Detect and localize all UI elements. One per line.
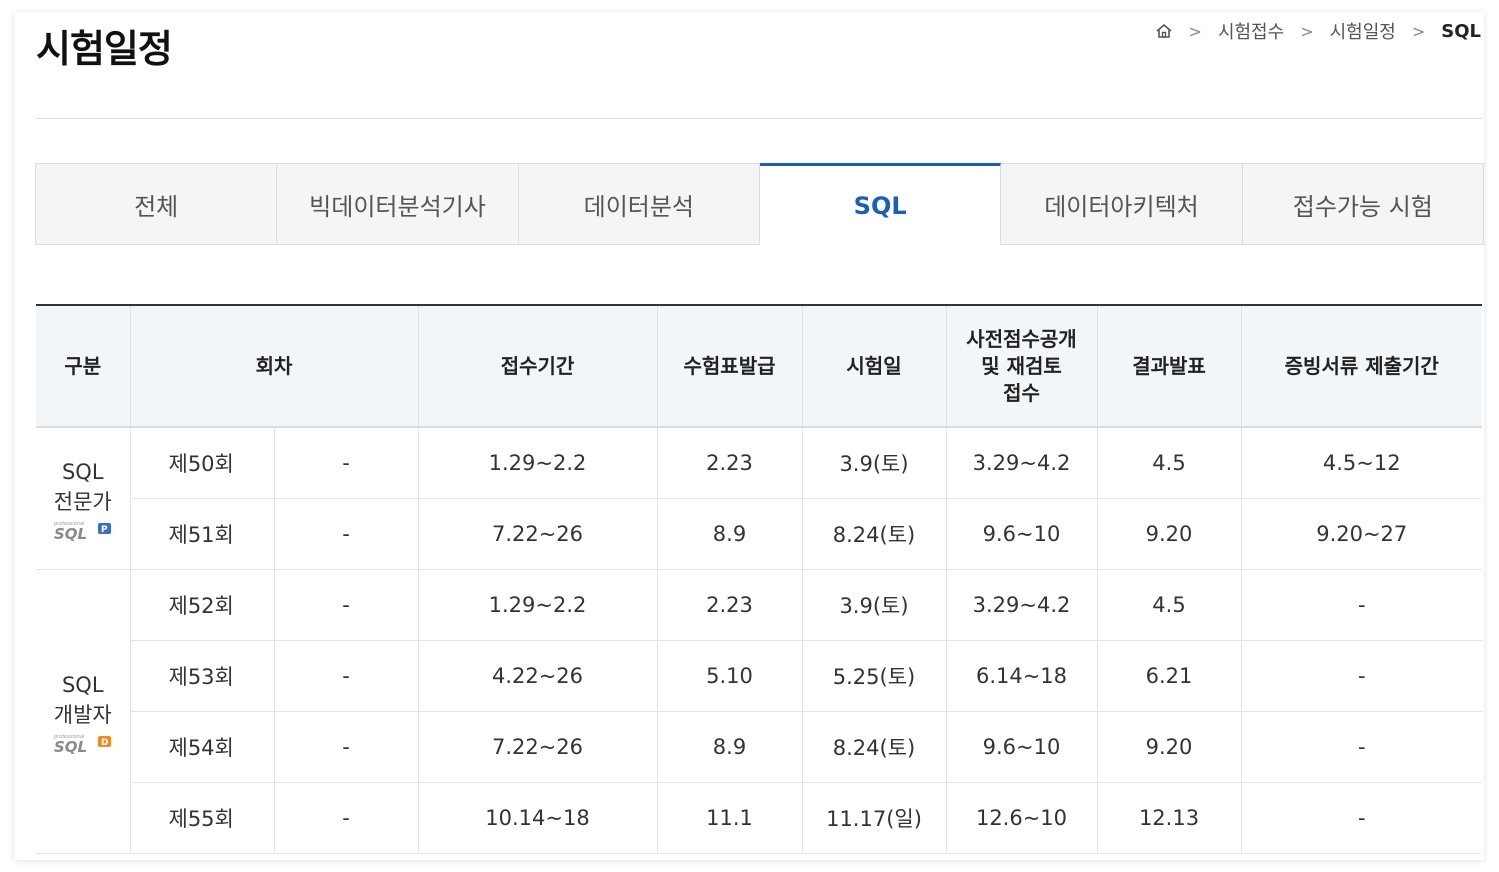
prescore-cell: 3.29~4.2 — [946, 427, 1098, 499]
category-cell-developer: SQL 개발자 professional SQL D — [36, 569, 131, 854]
result-cell: 9.20 — [1097, 711, 1242, 783]
tab-open-exams[interactable]: 접수가능 시험 — [1242, 163, 1484, 245]
apply-cell: 1.29~2.2 — [418, 569, 658, 641]
prescore-cell: 9.6~10 — [946, 711, 1098, 783]
result-cell: 12.13 — [1097, 782, 1242, 854]
ticket-cell: 5.10 — [657, 640, 803, 712]
header-docs-period: 증빙서류 제출기간 — [1241, 306, 1482, 428]
exam-cell: 11.17(일) — [802, 782, 947, 854]
prescore-cell: 6.14~18 — [946, 640, 1098, 712]
header-apply-period: 접수기간 — [418, 306, 658, 428]
apply-cell: 10.14~18 — [418, 782, 658, 854]
svg-text:P: P — [101, 525, 108, 535]
apply-cell: 1.29~2.2 — [418, 427, 658, 499]
ticket-cell: 11.1 — [657, 782, 803, 854]
result-cell: 6.21 — [1097, 640, 1242, 712]
table-row: 제53회 - 4.22~26 5.10 5.25(토) 6.14~18 6.21… — [36, 640, 1482, 712]
docs-cell: - — [1241, 640, 1482, 712]
svg-text:D: D — [101, 738, 108, 748]
docs-cell: - — [1241, 782, 1482, 854]
chevron-right-icon: > — [1411, 21, 1426, 41]
sub-cell: - — [274, 640, 419, 712]
page-title: 시험일정 — [36, 27, 173, 71]
table-row: SQL 전문가 professional SQL P 제50회 - 1.29~2… — [36, 427, 1482, 570]
round-cell: 제54회 — [130, 711, 275, 783]
sub-cell: - — [274, 782, 419, 854]
table-header-row: 구분 회차 접수기간 수험표발급 시험일 사전점수공개 및 재검토 접수 결과발… — [36, 306, 1482, 428]
svg-text:SQL: SQL — [54, 738, 87, 754]
table-row: 제51회 - 7.22~26 8.9 8.24(토) 9.6~10 9.20 9… — [36, 498, 1482, 570]
breadcrumb: > 시험접수 > 시험일정 > SQL — [1155, 18, 1481, 44]
header-exam-date: 시험일 — [802, 306, 947, 428]
category-line2: 개발자 — [53, 702, 112, 727]
sqld-logo-icon: professional SQL D — [53, 734, 111, 754]
exam-cell: 8.24(토) — [802, 498, 947, 570]
docs-cell: - — [1241, 569, 1482, 641]
header-ticket-issue: 수험표발급 — [657, 306, 803, 428]
chevron-right-icon: > — [1300, 21, 1314, 41]
prescore-cell: 3.29~4.2 — [946, 569, 1098, 641]
result-cell: 4.5 — [1097, 569, 1242, 641]
sub-cell: - — [274, 711, 419, 783]
tab-bigdata[interactable]: 빅데이터분석기사 — [277, 163, 519, 245]
schedule-table: 구분 회차 접수기간 수험표발급 시험일 사전점수공개 및 재검토 접수 결과발… — [36, 306, 1482, 854]
header-prescore: 사전점수공개 및 재검토 접수 — [946, 306, 1098, 428]
tab-all[interactable]: 전체 — [35, 163, 278, 245]
breadcrumb-item-apply[interactable]: 시험접수 — [1218, 18, 1284, 44]
ticket-cell: 2.23 — [657, 569, 803, 641]
breadcrumb-item-schedule[interactable]: 시험일정 — [1330, 18, 1396, 44]
sub-cell: - — [274, 427, 419, 499]
header-prescore-line3: 접수 — [1003, 380, 1040, 405]
header-result: 결과발표 — [1097, 306, 1242, 428]
chevron-right-icon: > — [1188, 21, 1202, 41]
svg-text:SQL: SQL — [54, 525, 87, 541]
result-cell: 9.20 — [1097, 498, 1242, 570]
apply-cell: 7.22~26 — [418, 498, 658, 570]
sub-cell: - — [274, 569, 419, 641]
home-icon[interactable] — [1155, 22, 1173, 40]
header-category: 구분 — [36, 306, 131, 428]
title-divider — [36, 118, 1482, 119]
schedule-table-wrap: 구분 회차 접수기간 수험표발급 시험일 사전점수공개 및 재검토 접수 결과발… — [36, 304, 1482, 854]
tab-data-analysis[interactable]: 데이터분석 — [518, 163, 760, 245]
table-row: SQL 개발자 professional SQL D 제52회 - 1.29~2… — [36, 569, 1482, 854]
apply-cell: 4.22~26 — [418, 640, 658, 712]
round-cell: 제51회 — [130, 498, 275, 570]
ticket-cell: 2.23 — [657, 427, 803, 499]
header-round: 회차 — [130, 306, 419, 428]
prescore-cell: 9.6~10 — [946, 498, 1098, 570]
exam-cell: 8.24(토) — [802, 711, 947, 783]
header-prescore-line1: 사전점수공개 — [966, 326, 1077, 351]
docs-cell: - — [1241, 711, 1482, 783]
round-cell: 제53회 — [130, 640, 275, 712]
tab-data-architecture[interactable]: 데이터아키텍처 — [1001, 163, 1243, 245]
table-row: 제54회 - 7.22~26 8.9 8.24(토) 9.6~10 9.20 - — [36, 711, 1482, 783]
prescore-cell: 12.6~10 — [946, 782, 1098, 854]
exam-cell: 3.9(토) — [802, 427, 947, 499]
docs-cell: 9.20~27 — [1241, 498, 1482, 570]
exam-tabs: 전체 빅데이터분석기사 데이터분석 SQL 데이터아키텍처 접수가능 시험 — [35, 163, 1484, 245]
round-cell: 제50회 — [130, 427, 275, 499]
sqlp-logo-icon: professional SQL P — [53, 521, 111, 541]
apply-cell: 7.22~26 — [418, 711, 658, 783]
round-cell: 제52회 — [130, 569, 275, 641]
breadcrumb-item-current: SQL — [1441, 20, 1481, 42]
sub-cell: - — [274, 498, 419, 570]
exam-cell: 5.25(토) — [802, 640, 947, 712]
result-cell: 4.5 — [1097, 427, 1242, 499]
category-cell-expert: SQL 전문가 professional SQL P — [36, 427, 131, 570]
tab-sql[interactable]: SQL — [759, 163, 1002, 245]
docs-cell: 4.5~12 — [1241, 427, 1482, 499]
table-row: 제55회 - 10.14~18 11.1 11.17(일) 12.6~10 12… — [36, 782, 1482, 854]
round-cell: 제55회 — [130, 782, 275, 854]
category-line2: 전문가 — [53, 489, 112, 514]
header-prescore-line2: 및 재검토 — [981, 353, 1062, 378]
ticket-cell: 8.9 — [657, 498, 803, 570]
exam-cell: 3.9(토) — [802, 569, 947, 641]
ticket-cell: 8.9 — [657, 711, 803, 783]
category-line1: SQL — [61, 459, 104, 484]
category-line1: SQL — [61, 672, 104, 697]
